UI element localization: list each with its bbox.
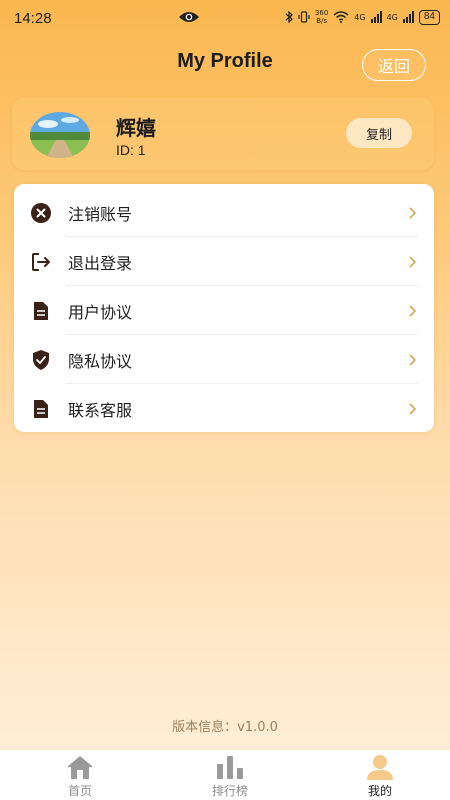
menu-item-logout[interactable]: 退出登录 <box>14 237 434 286</box>
menu-item-label: 注销账号 <box>68 204 133 224</box>
status-time: 14:28 <box>14 9 52 27</box>
chevron-right-icon <box>409 304 416 317</box>
eye-icon <box>179 12 199 22</box>
document-icon <box>34 301 48 320</box>
nav-label: 我的 <box>367 784 392 798</box>
username: 辉嬉 <box>116 116 156 140</box>
net-speed-unit: B/s <box>316 17 327 25</box>
back-button[interactable]: 返回 <box>362 49 426 81</box>
menu-item-privacy-policy[interactable]: 隐私协议 <box>14 335 434 384</box>
vibrate-icon <box>298 11 310 23</box>
nav-item-home[interactable]: 首页 <box>25 750 135 800</box>
person-icon <box>367 755 393 780</box>
menu-item-label: 隐私协议 <box>68 351 133 371</box>
battery-indicator: 84 <box>418 9 440 25</box>
bar-chart-icon <box>217 756 243 779</box>
version-info: 版本信息：v1.0.0 <box>172 720 278 735</box>
nav-item-ranking[interactable]: 排行榜 <box>175 750 285 800</box>
wifi-icon <box>333 11 349 23</box>
network-type-1: 4G <box>354 12 366 22</box>
document-icon <box>34 399 48 418</box>
profile-card: 辉嬉 ID: 1 复制 <box>12 98 434 170</box>
close-circle-icon <box>31 202 51 223</box>
chevron-right-icon <box>409 206 416 219</box>
chevron-right-icon <box>409 402 416 415</box>
net-speed: 360 B/s <box>315 9 328 25</box>
signal-icon-2 <box>402 11 414 23</box>
menu-item-label: 用户协议 <box>68 302 133 322</box>
bluetooth-icon <box>285 11 293 23</box>
copy-id-button[interactable]: 复制 <box>346 118 412 148</box>
logout-icon <box>32 252 50 271</box>
menu-item-label: 退出登录 <box>68 253 133 273</box>
menu-item-label: 联系客服 <box>68 400 133 420</box>
settings-menu: 注销账号 退出登录 用户协议 隐私协议 联系客服 <box>14 184 434 432</box>
bottom-nav: 首页 排行榜 我的 <box>0 750 450 800</box>
net-speed-value: 360 <box>314 9 329 17</box>
menu-item-deactivate-account[interactable]: 注销账号 <box>14 188 434 237</box>
status-bar: 14:28 360 B/s 4G 4G 84 <box>0 0 450 36</box>
network-type-2: 4G <box>386 12 398 22</box>
chevron-right-icon <box>409 255 416 268</box>
chevron-right-icon <box>409 353 416 366</box>
menu-item-contact-support[interactable]: 联系客服 <box>14 384 434 433</box>
home-icon <box>67 756 93 779</box>
nav-label: 排行榜 <box>211 784 248 798</box>
user-id: ID: 1 <box>116 142 146 158</box>
shield-check-icon <box>33 349 49 370</box>
signal-icon-1 <box>370 11 382 23</box>
avatar[interactable] <box>30 112 90 158</box>
menu-item-user-agreement[interactable]: 用户协议 <box>14 286 434 335</box>
nav-label: 首页 <box>67 784 92 798</box>
status-indicators: 360 B/s 4G 4G 84 <box>285 9 440 25</box>
nav-item-me[interactable]: 我的 <box>325 750 435 800</box>
